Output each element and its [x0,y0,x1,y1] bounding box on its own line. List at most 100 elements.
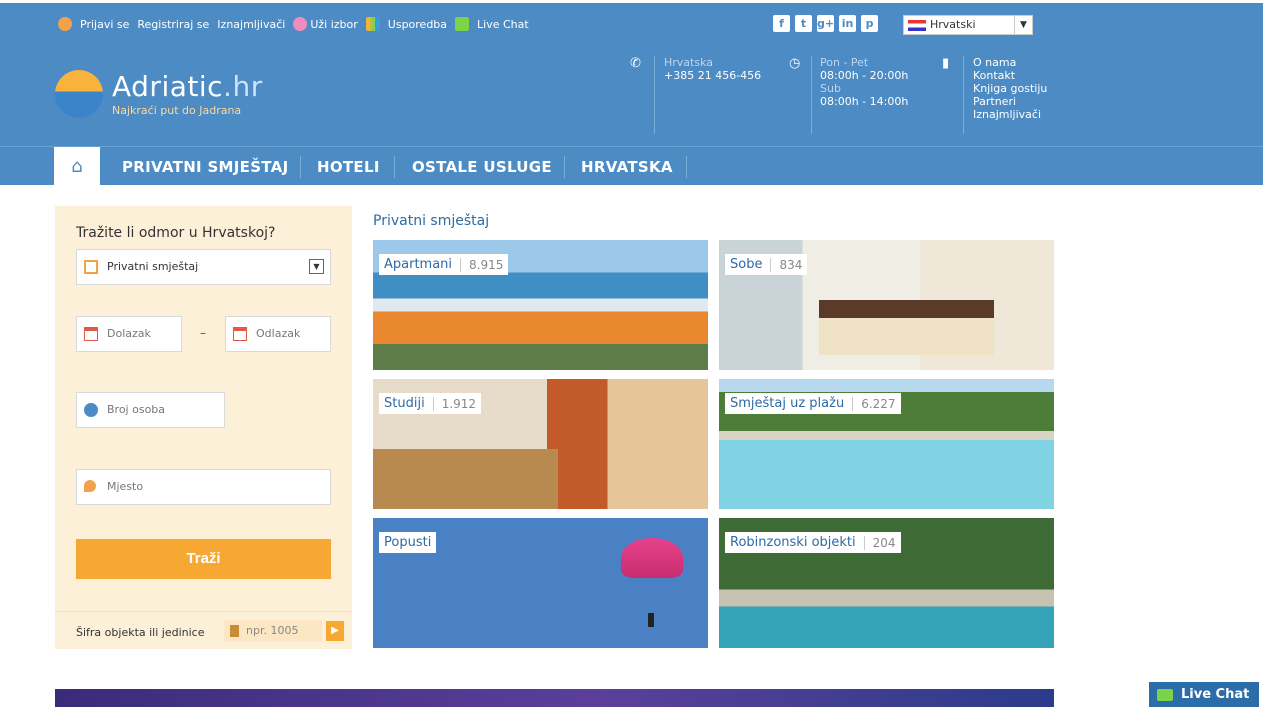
chevron-down-icon[interactable]: ▼ [1014,16,1032,34]
object-code-label: Šifra objekta ili jedinice [76,626,205,639]
chat-icon [1157,689,1173,701]
compare-link[interactable]: Usporedba [388,18,447,31]
tile-studios[interactable]: Studiji 1.912 [373,379,708,509]
divider [963,56,964,134]
search-button[interactable]: Traži [76,539,331,579]
departure-date-input[interactable]: Odlazak [225,316,331,352]
logo[interactable]: Adriatic.hr [112,70,263,103]
guestbook-link[interactable]: Knjiga gostiju [973,82,1047,95]
tile-beach-accommodation[interactable]: Smještaj uz plažu 6.227 [719,379,1054,509]
tile-count: 204 [863,535,896,550]
login-link[interactable]: Prijavi se [80,18,129,31]
google-plus-icon[interactable]: g+ [817,15,834,32]
phone-block: Hrvatska +385 21 456-456 [664,56,761,82]
counter-shape [373,449,558,509]
social-links: f t g+ in p [773,15,883,32]
register-link[interactable]: Registriraj se [137,18,209,31]
croatia-flag-icon [908,20,926,31]
hours-week-label: Pon - Pet [820,56,869,69]
hours-block: Pon - Pet 08:00h - 20:00h Sub 08:00h - 1… [820,56,908,108]
about-link[interactable]: O nama [973,56,1047,69]
play-icon[interactable]: ▶ [326,621,344,641]
tile-robinson-objects[interactable]: Robinzonski objekti 204 [719,518,1054,648]
place-placeholder: Mjesto [107,480,144,493]
logo-main: Adriatic [112,70,224,103]
tile-discounts[interactable]: Popusti [373,518,708,648]
promo-banner[interactable] [55,689,1054,707]
pinterest-icon[interactable]: p [861,15,878,32]
nav-private-accommodation[interactable]: PRIVATNI SMJEŠTAJ [122,158,288,176]
tile-label: Apartmani 8.915 [379,254,509,275]
house-icon [84,260,98,274]
tile-rooms[interactable]: Sobe 834 [719,240,1054,370]
livechat-label: Live Chat [1181,687,1250,702]
facebook-icon[interactable]: f [773,15,790,32]
tile-title: Apartmani [384,257,453,272]
tile-title: Robinzonski objekti [730,535,856,550]
divider [654,56,655,134]
phone-icon: ✆ [630,56,641,71]
logo-sun-icon [55,70,103,118]
heart-icon [293,17,308,31]
persons-input[interactable]: Broj osoba [76,392,225,428]
people-icon [84,403,98,417]
livechat-button[interactable]: Live Chat [1149,682,1259,707]
chevron-down-icon[interactable]: ▼ [309,259,324,274]
arrival-date-input[interactable]: Dolazak [76,316,182,352]
tile-count: 8.915 [460,257,503,272]
partners-link[interactable]: Partneri [973,95,1047,108]
tile-title: Popusti [384,535,432,550]
tile-label: Studiji 1.912 [379,393,482,414]
linkedin-icon[interactable]: in [839,15,856,32]
nav-separator [300,156,301,178]
hours-week: 08:00h - 20:00h [820,69,909,82]
contact-link[interactable]: Kontakt [973,69,1047,82]
nav-separator [394,156,395,178]
parasail-shape [621,538,683,578]
phone-number[interactable]: +385 21 456-456 [664,69,761,82]
place-input[interactable]: Mjesto [76,469,331,505]
nav-separator [686,156,687,178]
livechat-link[interactable]: Live Chat [477,18,529,31]
section-title: Privatni smještaj [373,213,490,229]
landlords-info-link[interactable]: Iznajmljivači [973,108,1047,121]
tile-label: Popusti [379,532,437,553]
document-icon [230,625,239,637]
tile-apartments[interactable]: Apartmani 8.915 [373,240,708,370]
language-select[interactable]: Hrvatski ▼ [903,15,1033,35]
search-title: Tražite li odmor u Hrvatskoj? [76,225,276,241]
top-links: Prijavi se Registriraj se Iznajmljivači … [58,17,537,31]
phone-label: Hrvatska [664,56,714,69]
object-code-placeholder: npr. 1005 [246,624,299,637]
twitter-icon[interactable]: t [795,15,812,32]
departure-placeholder: Odlazak [256,327,301,340]
location-pin-icon [84,480,96,492]
accommodation-type-value: Privatni smještaj [107,260,199,273]
object-code-row: Šifra objekta ili jedinice npr. 1005 ▶ [55,611,352,649]
tile-label: Sobe 834 [725,254,808,275]
nav-other-services[interactable]: OSTALE USLUGE [412,158,552,176]
object-code-input[interactable]: npr. 1005 [224,620,322,642]
nav-separator [564,156,565,178]
tile-label: Smještaj uz plažu 6.227 [725,393,901,414]
tile-count: 834 [770,257,802,272]
chart-icon [365,17,380,31]
divider [811,56,812,134]
home-icon[interactable]: ⌂ [54,147,100,186]
hours-sat: 08:00h - 14:00h [820,95,909,108]
tile-count: 1.912 [432,396,476,411]
landlords-link[interactable]: Iznajmljivači [217,18,285,31]
parasail-rider [648,613,654,627]
date-dash: – [200,326,206,340]
nav-hotels[interactable]: HOTELI [317,158,380,176]
persons-placeholder: Broj osoba [107,403,166,416]
tile-count: 6.227 [852,396,896,411]
tile-title: Smještaj uz plažu [730,396,845,411]
accommodation-type-select[interactable]: Privatni smještaj ▼ [76,249,331,285]
calendar-icon [233,327,247,341]
top-bar: Prijavi se Registriraj se Iznajmljivači … [0,0,1263,42]
nav-croatia[interactable]: HRVATSKA [581,158,673,176]
shortlist-link[interactable]: Uži izbor [310,18,357,31]
search-panel: Tražite li odmor u Hrvatskoj? Privatni s… [55,206,352,649]
clock-icon: ◷ [789,56,801,71]
